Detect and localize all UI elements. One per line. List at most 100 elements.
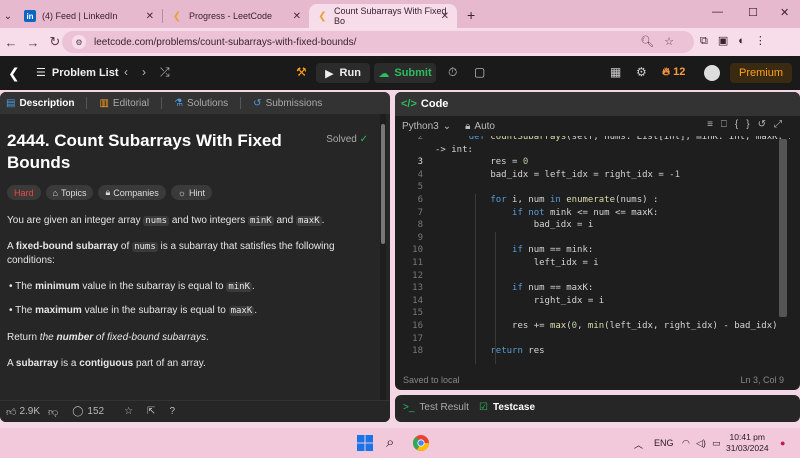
editor-toolbar: Python3 ⌄ 🔒︎ Auto ≡⎕{}↺⤢	[395, 116, 800, 136]
windows-start-icon[interactable]	[356, 434, 374, 452]
extensions-icon[interactable]: ⧉▣◐⋮	[700, 34, 776, 48]
inline-code: nums	[132, 242, 158, 252]
forward-icon[interactable]: →	[22, 35, 44, 50]
back-icon[interactable]: ←	[0, 35, 22, 50]
address-bar: ← → ↻ ⚙ leetcode.com/problems/count-suba…	[0, 28, 800, 56]
new-tab-icon[interactable]: +	[467, 7, 475, 23]
line-number: 4	[417, 169, 423, 180]
close-icon[interactable]: ✕	[146, 11, 154, 22]
site-info-icon[interactable]: ⚙	[72, 35, 86, 49]
close-icon[interactable]: ✕	[293, 11, 301, 22]
notification-icon[interactable]: ●	[780, 438, 785, 448]
line-number: 10	[412, 245, 423, 256]
line-number: 8	[417, 220, 423, 231]
description-paragraph: Return the number of fixed-bound subarra…	[7, 331, 367, 345]
avatar[interactable]	[704, 65, 720, 81]
chrome-icon[interactable]	[412, 434, 430, 452]
premium-button[interactable]: Premium	[730, 63, 792, 83]
tab-search-icon[interactable]: ⌄	[0, 11, 16, 22]
editor-actions-icon[interactable]: ≡⎕{}↺⤢	[707, 119, 790, 130]
test-result-tab[interactable]: >_ Test Result	[403, 402, 469, 413]
battery-icon[interactable]: ▭	[712, 438, 721, 449]
taskbar: ⌕ ︿ ENG ◠ ◁) ▭ 10:41 pm 31/03/2024 ●	[0, 428, 800, 458]
topics-button[interactable]: ⌂ Topics	[45, 185, 94, 200]
url-field[interactable]: ⚙ leetcode.com/problems/count-subarrays-…	[62, 31, 694, 53]
description-tabs: ▤ Description ▥ Editorial ⚗ Solutions ↺ …	[0, 92, 390, 114]
solved-badge: Solved ✓	[326, 134, 368, 145]
browser-tab-progress[interactable]: ❮ Progress - LeetCode ✕	[163, 4, 309, 28]
tab-submissions[interactable]: ↺ Submissions	[253, 98, 322, 109]
bold-term: minimum	[35, 281, 80, 292]
thumbs-up-icon: 👍︎	[6, 406, 17, 418]
topics-label: Topics	[60, 187, 87, 198]
layout-icon[interactable]: ▦	[610, 65, 621, 79]
companies-label: Companies	[113, 187, 159, 198]
like-button[interactable]: 👍︎ 2.9K	[6, 406, 40, 418]
browser-tab-problem[interactable]: ❮ Count Subarrays With Fixed Bo ✕	[309, 4, 457, 28]
wifi-icon[interactable]: ◠	[682, 438, 690, 449]
streak-count: 12	[673, 66, 686, 78]
leetcode-header: ❮ ☰ Problem List ‹›⤮ ⚒ ▶ Run ☁ Submit ⏱ …	[0, 56, 800, 90]
streak-counter[interactable]: 🔥︎ 12	[662, 66, 685, 79]
editor-scrollbar[interactable]	[779, 139, 787, 317]
share-icon[interactable]: ⇱	[147, 406, 155, 417]
tab-solutions[interactable]: ⚗ Solutions	[174, 98, 228, 109]
minimize-icon[interactable]: —	[712, 6, 723, 18]
comment-count: 152	[87, 406, 105, 417]
timer-icon[interactable]: ⏱	[448, 65, 457, 80]
companies-button[interactable]: 🔒︎ Companies	[98, 185, 166, 200]
italic-text: the	[39, 332, 57, 343]
chevron-down-icon: ⌄	[442, 120, 452, 132]
text: is a	[58, 358, 80, 369]
flame-icon: 🔥︎	[662, 66, 671, 78]
star-icon[interactable]: ☆	[124, 406, 133, 417]
auto-mode[interactable]: 🔒︎ Auto	[465, 121, 495, 132]
help-icon[interactable]: ?	[169, 406, 175, 417]
testcase-label: Testcase	[492, 402, 536, 413]
submit-button[interactable]: ☁ Submit	[374, 63, 436, 83]
testcase-tab[interactable]: ☑ Testcase	[479, 402, 535, 413]
language-select[interactable]: Python3 ⌄	[402, 121, 451, 132]
problem-list-button[interactable]: ☰ Problem List	[36, 66, 119, 80]
settings-icon[interactable]: ⚙	[636, 65, 647, 79]
notes-icon[interactable]: ▢	[474, 65, 485, 79]
tray-chevron-icon[interactable]: ︿	[634, 438, 643, 451]
debug-icon[interactable]: ⚒	[296, 65, 307, 79]
line-number: 7	[417, 207, 423, 218]
system-clock[interactable]: 10:41 pm 31/03/2024	[726, 432, 769, 454]
text: The	[15, 305, 36, 316]
window-close-icon[interactable]: ✕	[780, 6, 789, 19]
code-line: if not mink <= num <= maxK:	[512, 207, 659, 218]
dislike-icon[interactable]: 👎︎	[48, 406, 58, 418]
text: .	[321, 215, 325, 226]
language-indicator[interactable]: ENG	[654, 438, 674, 448]
zoom-icon[interactable]: 🔍︎☆	[640, 35, 684, 48]
problem-nav-icons[interactable]: ‹›⤮	[124, 65, 184, 80]
run-button[interactable]: ▶ Run	[316, 63, 370, 83]
leetcode-logo-icon[interactable]: ❮	[8, 65, 24, 81]
like-count: 2.9K	[19, 406, 41, 417]
volume-icon[interactable]: ◁)	[696, 438, 706, 449]
lightbulb-icon: ☼	[177, 187, 187, 198]
tab-editorial[interactable]: ▥ Editorial	[99, 98, 149, 109]
description-footer: 👍︎ 2.9K 👎︎ ◯ 152 ☆ ⇱ ?	[0, 400, 390, 422]
comments-button[interactable]: ◯ 152	[72, 406, 104, 417]
search-icon[interactable]: ⌕	[386, 434, 404, 452]
code-area[interactable]: 2 def countSubarrays(self, nums: List[in…	[395, 136, 790, 364]
line-number: 15	[412, 308, 423, 319]
description-paragraph: A subarray is a contiguous part of an ar…	[7, 357, 367, 371]
code-line: if num == maxK:	[512, 283, 594, 294]
maximize-icon[interactable]: ☐	[748, 6, 758, 19]
tab-description[interactable]: ▤ Description	[6, 98, 74, 109]
tab-divider	[240, 97, 242, 109]
language-label: Python3	[402, 120, 439, 132]
hint-button[interactable]: ☼ Hint	[170, 185, 213, 200]
browser-tab-linkedin[interactable]: in (4) Feed | LinkedIn ✕	[16, 4, 162, 28]
comment-icon: ◯	[72, 406, 84, 417]
scrollbar-thumb[interactable]	[381, 124, 385, 244]
tab-label: Description	[19, 97, 75, 109]
condition-item: • The maximum value in the subarray is e…	[9, 305, 258, 316]
close-icon[interactable]: ✕	[441, 11, 449, 22]
code-line: def countSubarrays(self, nums: List[int]…	[468, 136, 790, 142]
description-scrollbar[interactable]	[380, 114, 386, 400]
